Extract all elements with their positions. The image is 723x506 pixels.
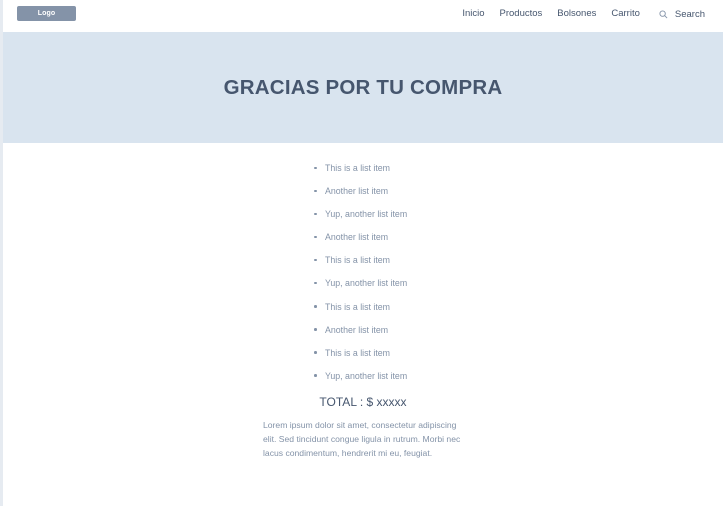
list-item: This is a list item [312, 162, 407, 185]
search-button[interactable]: Search [659, 9, 705, 20]
main-nav: Inicio Productos Bolsones Carrito Search [447, 8, 705, 20]
list-item: This is a list item [312, 254, 407, 277]
search-label: Search [674, 8, 705, 20]
order-total: TOTAL : $ xxxxx [319, 395, 407, 409]
list-item: Another list item [312, 324, 407, 347]
list-item: Another list item [312, 185, 407, 208]
nav-item-inicio[interactable]: Inicio [462, 8, 484, 20]
list-item: Another list item [312, 231, 407, 254]
page-title: GRACIAS POR TU COMPRA [223, 75, 503, 99]
list-item: Yup, another list item [312, 208, 407, 231]
nav-item-bolsones[interactable]: Bolsones [557, 8, 596, 20]
hero-banner: GRACIAS POR TU COMPRA [3, 32, 723, 143]
top-navigation-bar: Logo Inicio Productos Bolsones Carrito S… [3, 0, 723, 31]
list-item: Yup, another list item [312, 370, 407, 393]
list-item: This is a list item [312, 301, 407, 324]
list-item: This is a list item [312, 347, 407, 370]
logo[interactable]: Logo [17, 6, 76, 21]
nav-item-productos[interactable]: Productos [500, 8, 543, 20]
list-item: Yup, another list item [312, 277, 407, 300]
nav-item-carrito[interactable]: Carrito [611, 8, 640, 20]
order-description: Lorem ipsum dolor sit amet, consectetur … [263, 420, 461, 458]
order-items-list: This is a list item Another list item Yu… [312, 162, 407, 393]
page: Logo Inicio Productos Bolsones Carrito S… [0, 0, 723, 506]
search-icon [659, 9, 668, 18]
